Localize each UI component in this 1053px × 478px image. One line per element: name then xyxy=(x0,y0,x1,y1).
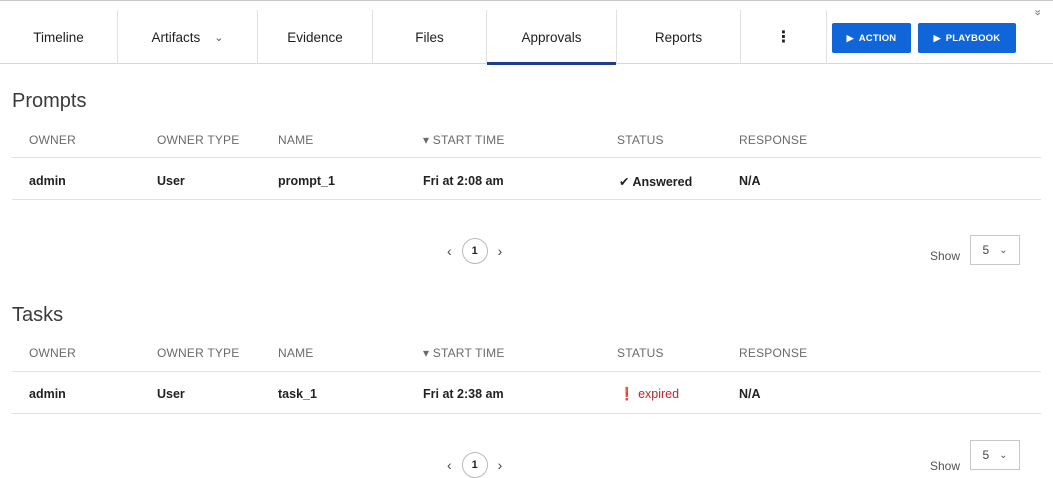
chevron-left-icon[interactable]: ‹ xyxy=(447,457,452,473)
prompts-pagination: ‹ 1 › xyxy=(447,238,502,264)
tab-evidence-label: Evidence xyxy=(287,29,343,45)
page-number-button[interactable]: 1 xyxy=(461,238,488,264)
column-header-start-time[interactable]: ▾ START TIME xyxy=(423,346,505,360)
checkmark-icon: ✔ xyxy=(619,175,630,189)
cell-response: N/A xyxy=(739,387,761,401)
column-header-owner-type[interactable]: OWNER TYPE xyxy=(157,346,239,360)
tab-evidence[interactable]: Evidence xyxy=(257,10,372,64)
chevron-right-icon[interactable]: › xyxy=(498,457,503,473)
status-badge: ❗ expired xyxy=(619,387,679,402)
cell-owner-type: User xyxy=(157,174,185,188)
playbook-button-label: PLAYBOOK xyxy=(945,32,1001,44)
playbook-button[interactable]: ▶ PLAYBOOK xyxy=(918,23,1016,53)
play-icon: ▶ xyxy=(846,32,854,43)
column-header-name[interactable]: NAME xyxy=(278,346,313,360)
cell-owner: admin xyxy=(29,387,66,401)
divider xyxy=(12,413,1041,414)
show-label: Show xyxy=(930,459,961,473)
tab-timeline-label: Timeline xyxy=(33,29,84,45)
chevron-down-icon: ⌄ xyxy=(999,244,1008,256)
tab-artifacts-label: Artifacts xyxy=(151,29,201,45)
page-size-value: 5 xyxy=(982,448,990,462)
play-icon: ▶ xyxy=(933,32,941,43)
prompts-title: Prompts xyxy=(12,90,87,112)
column-header-status[interactable]: STATUS xyxy=(617,133,664,147)
page-size-value: 5 xyxy=(982,243,990,257)
tab-bar: Timeline Artifacts ⌄ Evidence Files Appr… xyxy=(0,0,1053,65)
column-header-start-time[interactable]: ▾ START TIME xyxy=(423,133,505,147)
alert-icon: ❗ xyxy=(619,387,635,401)
page-size-select[interactable]: 5 ⌄ xyxy=(970,440,1020,470)
column-header-owner-type[interactable]: OWNER TYPE xyxy=(157,133,239,147)
tasks-title: Tasks xyxy=(12,304,64,326)
chevron-right-icon[interactable]: › xyxy=(498,243,503,259)
tab-approvals[interactable]: Approvals xyxy=(486,10,616,65)
column-header-owner[interactable]: OWNER xyxy=(29,346,76,360)
page-size-select[interactable]: 5 ⌄ xyxy=(970,235,1020,265)
tasks-pagination: ‹ 1 › xyxy=(447,452,502,478)
page-number-button[interactable]: 1 xyxy=(461,452,488,478)
status-badge: ✔ Answered xyxy=(619,174,692,189)
cell-start-time: Fri at 2:08 am xyxy=(423,174,504,188)
chevron-down-icon: ⌄ xyxy=(999,449,1008,461)
divider xyxy=(12,199,1041,200)
chevron-left-icon[interactable]: ‹ xyxy=(447,243,452,259)
show-label: Show xyxy=(930,249,961,263)
status-text: expired xyxy=(638,387,680,401)
tab-files[interactable]: Files xyxy=(372,10,486,64)
action-button-label: ACTION xyxy=(858,32,897,44)
tab-reports-label: Reports xyxy=(654,29,703,45)
column-header-response[interactable]: RESPONSE xyxy=(739,133,807,147)
chevron-down-icon[interactable]: ⌄ xyxy=(214,31,223,44)
tab-reports[interactable]: Reports xyxy=(616,10,740,64)
tab-files-label: Files xyxy=(415,29,444,45)
action-button[interactable]: ▶ ACTION xyxy=(832,23,911,53)
cell-name: prompt_1 xyxy=(278,174,335,188)
tab-approvals-label: Approvals xyxy=(521,29,582,45)
cell-response: N/A xyxy=(739,174,761,188)
collapse-icon[interactable]: » xyxy=(1031,9,1043,15)
tab-artifacts[interactable]: Artifacts ⌄ xyxy=(117,10,257,64)
cell-owner: admin xyxy=(29,174,66,188)
column-header-owner[interactable]: OWNER xyxy=(29,133,76,147)
more-vertical-icon: ⋮ xyxy=(775,29,792,46)
tab-timeline[interactable]: Timeline xyxy=(0,10,117,64)
divider xyxy=(12,157,1041,158)
column-header-name[interactable]: NAME xyxy=(278,133,313,147)
column-header-status[interactable]: STATUS xyxy=(617,346,664,360)
cell-owner-type: User xyxy=(157,387,185,401)
divider xyxy=(12,371,1041,372)
status-text: Answered xyxy=(632,175,693,189)
more-tabs-button[interactable]: ⋮ xyxy=(740,10,826,64)
column-header-response[interactable]: RESPONSE xyxy=(739,346,807,360)
cell-start-time: Fri at 2:38 am xyxy=(423,387,504,401)
cell-name: task_1 xyxy=(278,387,317,401)
